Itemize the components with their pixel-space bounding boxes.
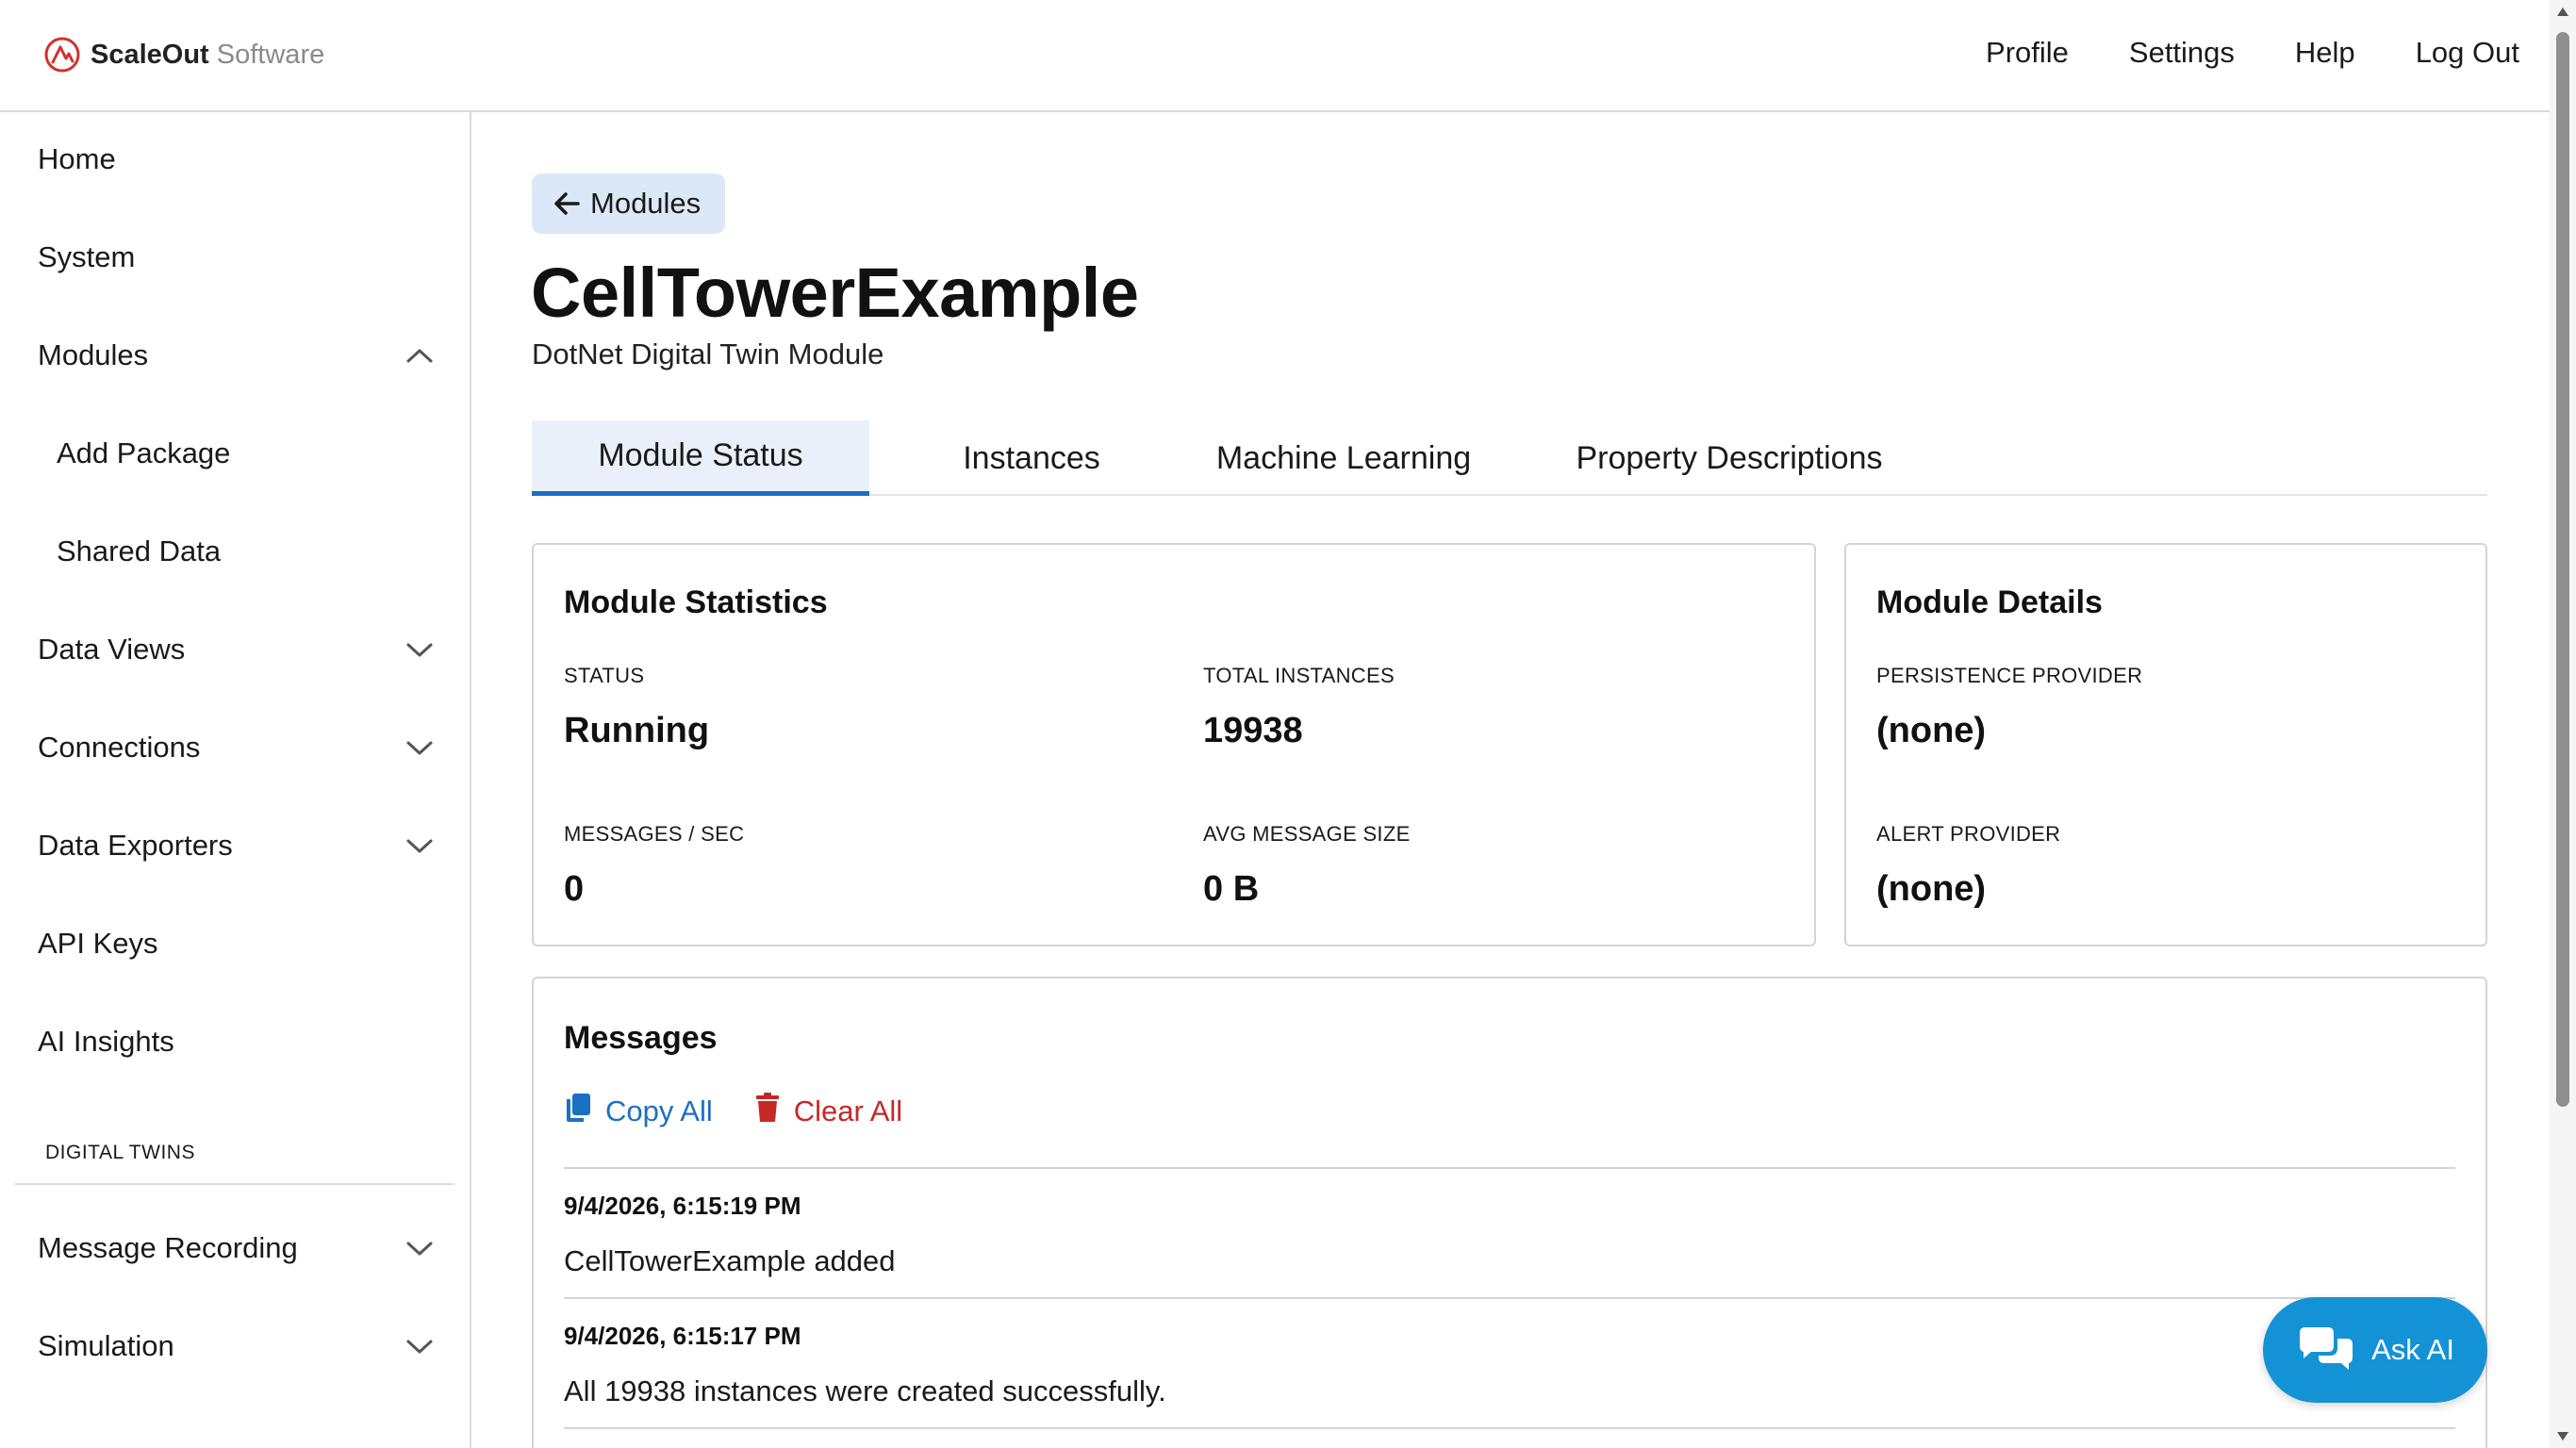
- total-instances-label: TOTAL INSTANCES: [1203, 664, 1395, 687]
- nav-help[interactable]: Help: [2295, 36, 2355, 70]
- nav-profile[interactable]: Profile: [1986, 36, 2069, 70]
- module-details-card: Module Details PERSISTENCE PROVIDER (non…: [1844, 543, 2487, 946]
- sidebar-item-message-recording[interactable]: Message Recording: [38, 1220, 434, 1276]
- card-title: Module Statistics: [564, 584, 828, 620]
- card-title: Messages: [564, 1020, 718, 1056]
- chevron-down-icon[interactable]: [405, 837, 434, 854]
- sidebar-item-data-views[interactable]: Data Views: [38, 621, 434, 678]
- copy-all-label: Copy All: [605, 1094, 713, 1127]
- sidebar-item-home[interactable]: Home: [38, 131, 434, 188]
- sidebar-item-shared-data[interactable]: Shared Data: [57, 523, 434, 580]
- sidebar-item-label: Modules: [38, 338, 149, 371]
- message-divider: [564, 1427, 2455, 1429]
- persistence-provider-value: (none): [1876, 711, 1987, 750]
- trash-icon: [754, 1092, 781, 1131]
- tab-instances[interactable]: Instances: [890, 420, 1173, 496]
- module-statistics-card: Module Statistics STATUS Running TOTAL I…: [532, 543, 1816, 946]
- total-instances-value: 19938: [1203, 711, 1303, 750]
- alert-provider-value: (none): [1876, 869, 1987, 909]
- top-nav: Profile Settings Help Log Out: [1986, 36, 2519, 70]
- chevron-down-icon[interactable]: [405, 1338, 434, 1355]
- scroll-up-icon[interactable]: [2557, 8, 2568, 16]
- back-to-modules-button[interactable]: Modules: [532, 173, 726, 234]
- persistence-provider-label: PERSISTENCE PROVIDER: [1876, 664, 2143, 687]
- message-timestamp: 9/4/2026, 6:15:19 PM: [564, 1192, 801, 1220]
- tab-property-descriptions[interactable]: Property Descriptions: [1522, 420, 1937, 496]
- sidebar-item-api-keys[interactable]: API Keys: [38, 915, 434, 972]
- message-divider: [564, 1167, 2455, 1169]
- clear-all-label: Clear All: [793, 1094, 903, 1127]
- logo-brand: ScaleOut: [91, 39, 209, 70]
- sidebar-divider: [15, 1183, 454, 1185]
- sidebar-item-connections[interactable]: Connections: [38, 719, 434, 776]
- arrow-left-icon: [553, 190, 581, 217]
- sidebar-item-label: Home: [38, 142, 116, 175]
- scroll-down-icon[interactable]: [2557, 1432, 2568, 1440]
- sidebar-item-label: Shared Data: [57, 535, 222, 568]
- sidebar-item-label: Simulation: [38, 1329, 174, 1362]
- scroll-thumb[interactable]: [2556, 32, 2569, 1107]
- page-title: CellTowerExample: [531, 254, 1139, 332]
- messages-per-sec-label: MESSAGES / SEC: [564, 822, 745, 846]
- sidebar-item-data-exporters[interactable]: Data Exporters: [38, 817, 434, 874]
- chat-bubbles-icon: [2296, 1325, 2356, 1374]
- tab-machine-learning[interactable]: Machine Learning: [1169, 420, 1518, 496]
- tab-module-status[interactable]: Module Status: [532, 420, 869, 496]
- status-value: Running: [564, 711, 710, 750]
- copy-icon: [564, 1092, 592, 1131]
- sidebar-section-label: DIGITAL TWINS: [45, 1142, 195, 1163]
- sidebar-item-label: Add Package: [57, 436, 231, 469]
- sidebar-item-modules[interactable]: Modules: [38, 327, 434, 384]
- logo-suffix: Software: [216, 39, 325, 70]
- top-bar: ScaleOut Software Profile Settings Help …: [0, 0, 2550, 112]
- sidebar-item-label: Message Recording: [38, 1231, 298, 1264]
- card-title: Module Details: [1876, 584, 2103, 620]
- sidebar-item-label: Data Exporters: [38, 829, 233, 862]
- messages-card: Messages Copy All Clear All 9/4/2026, 6:…: [532, 977, 2487, 1448]
- message-actions: Copy All Clear All: [564, 1092, 902, 1131]
- message-text: CellTowerExample added: [564, 1244, 896, 1277]
- sidebar-item-label: AI Insights: [38, 1025, 174, 1058]
- chevron-down-icon[interactable]: [405, 739, 434, 756]
- avg-message-size-label: AVG MESSAGE SIZE: [1203, 822, 1411, 846]
- ask-ai-label: Ask AI: [2371, 1333, 2454, 1366]
- logo-text: ScaleOut Software: [91, 40, 324, 71]
- clear-all-button[interactable]: Clear All: [754, 1092, 902, 1131]
- chevron-down-icon[interactable]: [405, 1240, 434, 1257]
- sidebar-item-label: Connections: [38, 731, 201, 764]
- chevron-up-icon[interactable]: [405, 347, 434, 364]
- vertical-scrollbar[interactable]: [2550, 0, 2576, 1448]
- chevron-down-icon[interactable]: [405, 641, 434, 658]
- sidebar-item-add-package[interactable]: Add Package: [57, 425, 434, 482]
- sidebar: Home System Modules Add Package Shared D…: [0, 112, 471, 1448]
- scaleout-logo-icon: [43, 36, 81, 74]
- tab-bar: Module Status Instances Machine Learning…: [532, 420, 2487, 496]
- nav-log-out[interactable]: Log Out: [2416, 36, 2519, 70]
- messages-per-sec-value: 0: [564, 869, 585, 909]
- message-timestamp: 9/4/2026, 6:15:17 PM: [564, 1322, 801, 1350]
- status-label: STATUS: [564, 664, 645, 687]
- copy-all-button[interactable]: Copy All: [564, 1092, 713, 1131]
- ask-ai-button[interactable]: Ask AI: [2263, 1297, 2487, 1403]
- nav-settings[interactable]: Settings: [2129, 36, 2235, 70]
- page-subtitle: DotNet Digital Twin Module: [532, 337, 884, 370]
- alert-provider-label: ALERT PROVIDER: [1876, 822, 2061, 846]
- message-text: All 19938 instances were created success…: [564, 1374, 1166, 1407]
- avg-message-size-value: 0 B: [1203, 869, 1260, 909]
- sidebar-item-simulation[interactable]: Simulation: [38, 1318, 434, 1374]
- sidebar-item-system[interactable]: System: [38, 229, 434, 286]
- logo[interactable]: ScaleOut Software: [43, 36, 324, 74]
- sidebar-item-label: System: [38, 240, 136, 273]
- back-button-label: Modules: [590, 187, 702, 220]
- sidebar-item-label: Data Views: [38, 633, 186, 666]
- message-divider: [564, 1297, 2455, 1299]
- sidebar-item-label: API Keys: [38, 927, 158, 960]
- sidebar-item-ai-insights[interactable]: AI Insights: [38, 1013, 434, 1070]
